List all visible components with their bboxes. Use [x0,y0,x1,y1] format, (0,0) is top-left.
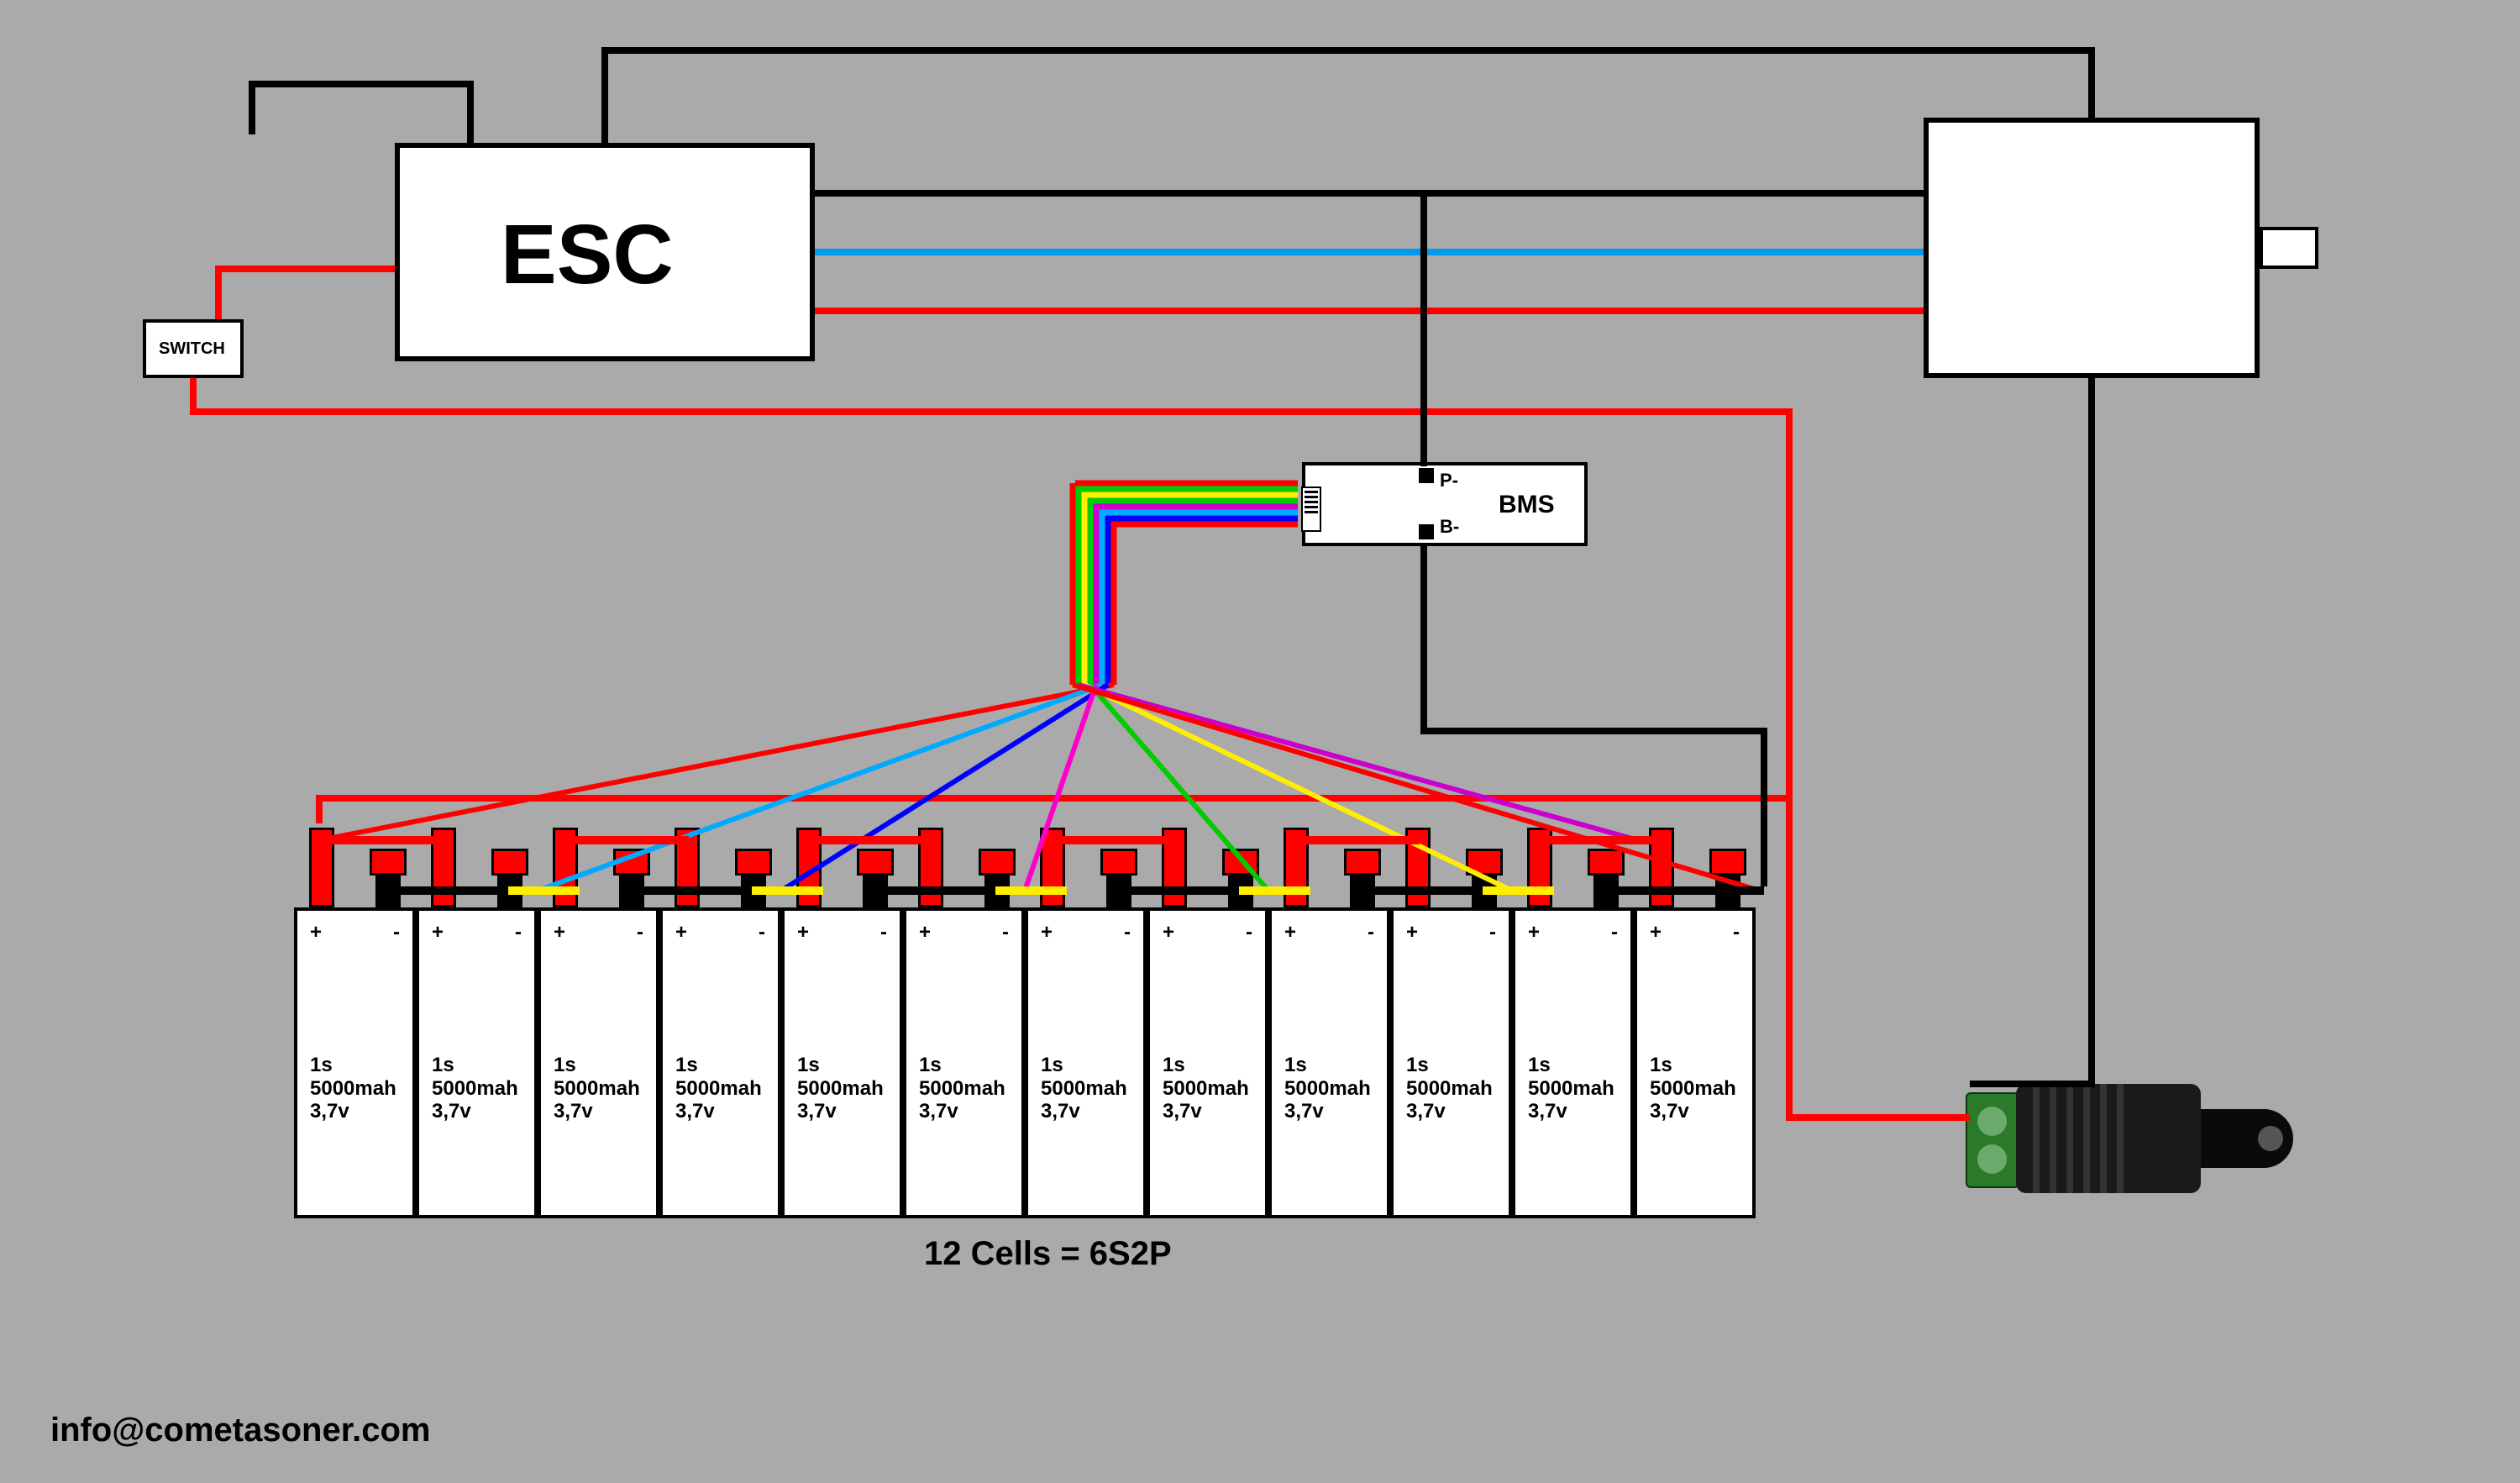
cell-terminal-positive [1040,828,1065,907]
cell-terminal-cap [1588,849,1625,876]
cell-minus: - [1611,921,1618,944]
cell-plus: + [554,921,565,944]
cell-minus: - [759,921,765,944]
battery-cell: + - 1s5000mah3,7v [416,907,538,1218]
cell-plus: + [432,921,444,944]
cell-terminal-negative [619,874,644,907]
cell-minus: - [515,921,522,944]
cell-spec: 1s5000mah3,7v [797,1054,884,1123]
cell-terminal-cap [1222,849,1259,876]
cell-terminal-negative [375,874,401,907]
cell-spec: 1s5000mah3,7v [432,1054,518,1123]
cell-spec: 1s5000mah3,7v [554,1054,640,1123]
cell-minus: - [880,921,887,944]
cell-terminal-positive [1162,828,1187,907]
cell-spec: 1s5000mah3,7v [675,1054,762,1123]
cell-spec: 1s5000mah3,7v [1163,1054,1249,1123]
cell-minus: - [1246,921,1252,944]
cell-terminal-cap [370,849,407,876]
cell-minus: - [1368,921,1374,944]
battery-cell: + - 1s5000mah3,7v [294,907,416,1218]
cell-plus: + [1041,921,1053,944]
cell-minus: - [637,921,643,944]
cell-terminal-positive [1284,828,1309,907]
cell-terminal-negative [1350,874,1375,907]
esc-label: ESC [501,207,674,303]
cell-spec: 1s5000mah3,7v [919,1054,1005,1123]
cell-terminal-cap [1709,849,1746,876]
battery-cell: + - 1s5000mah3,7v [1268,907,1390,1218]
cell-plus: + [675,921,687,944]
battery-cell: + - 1s5000mah3,7v [1634,907,1756,1218]
cell-plus: + [797,921,809,944]
cell-spec: 1s5000mah3,7v [1528,1054,1614,1123]
cell-terminal-positive [309,828,334,907]
battery-cell: + - 1s5000mah3,7v [538,907,659,1218]
motor-shaft [2260,227,2318,269]
battery-cell: + - 1s5000mah3,7v [903,907,1025,1218]
contact-label: info@cometasoner.com [50,1412,430,1449]
cell-terminal-positive [918,828,943,907]
battery-cell: + - 1s5000mah3,7v [1147,907,1268,1218]
cell-plus: + [310,921,322,944]
cell-spec: 1s5000mah3,7v [1041,1054,1127,1123]
battery-cell: + - 1s5000mah3,7v [1390,907,1512,1218]
bms-pminus: P- [1440,470,1458,492]
cell-minus: - [1002,921,1009,944]
cell-spec: 1s5000mah3,7v [310,1054,396,1123]
cell-terminal-cap [979,849,1016,876]
cell-terminal-cap [1344,849,1381,876]
cell-terminal-cap [1466,849,1503,876]
bms-connector-icon [1301,486,1321,532]
cell-plus: + [1406,921,1418,944]
cell-terminal-cap [491,849,528,876]
cell-spec: 1s5000mah3,7v [1284,1054,1371,1123]
cell-plus: + [919,921,931,944]
cell-plus: + [1650,921,1662,944]
cell-terminal-positive [675,828,700,907]
battery-cell: + - 1s5000mah3,7v [659,907,781,1218]
pack-label: 12 Cells = 6S2P [924,1235,1172,1273]
switch-label: SWITCH [159,339,225,359]
cell-plus: + [1163,921,1174,944]
cell-terminal-positive [796,828,822,907]
cell-terminal-positive [431,828,456,907]
esc-block: ESC [395,143,815,361]
cell-minus: - [1124,921,1131,944]
cell-terminal-negative [863,874,888,907]
battery-cell: + - 1s5000mah3,7v [781,907,903,1218]
cell-terminal-cap [735,849,772,876]
cell-terminal-negative [1106,874,1131,907]
bms-bminus: B- [1440,516,1459,538]
cell-spec: 1s5000mah3,7v [1406,1054,1493,1123]
cell-terminal-negative [741,874,766,907]
cell-minus: - [1489,921,1496,944]
switch-block: SWITCH [143,319,244,378]
cell-plus: + [1528,921,1540,944]
cell-minus: - [1733,921,1740,944]
cell-plus: + [1284,921,1296,944]
cell-terminal-positive [1405,828,1431,907]
cell-terminal-negative [1715,874,1740,907]
battery-cell: + - 1s5000mah3,7v [1025,907,1147,1218]
bms-pad-b [1419,524,1434,539]
bms-label: BMS [1499,491,1555,519]
cell-terminal-negative [497,874,522,907]
bms-block: BMS P- B- [1302,462,1588,546]
cell-minus: - [393,921,400,944]
cell-terminal-negative [984,874,1010,907]
cell-terminal-positive [1649,828,1674,907]
motor-block [1924,118,2260,378]
cell-terminal-cap [613,849,650,876]
cell-terminal-positive [1527,828,1552,907]
cell-terminal-negative [1228,874,1253,907]
cell-terminal-cap [857,849,894,876]
cell-terminal-negative [1472,874,1497,907]
battery-cell: + - 1s5000mah3,7v [1512,907,1634,1218]
bms-pad-p [1419,468,1434,483]
cell-terminal-positive [553,828,578,907]
cell-spec: 1s5000mah3,7v [1650,1054,1736,1123]
cell-terminal-negative [1593,874,1619,907]
cell-terminal-cap [1100,849,1137,876]
